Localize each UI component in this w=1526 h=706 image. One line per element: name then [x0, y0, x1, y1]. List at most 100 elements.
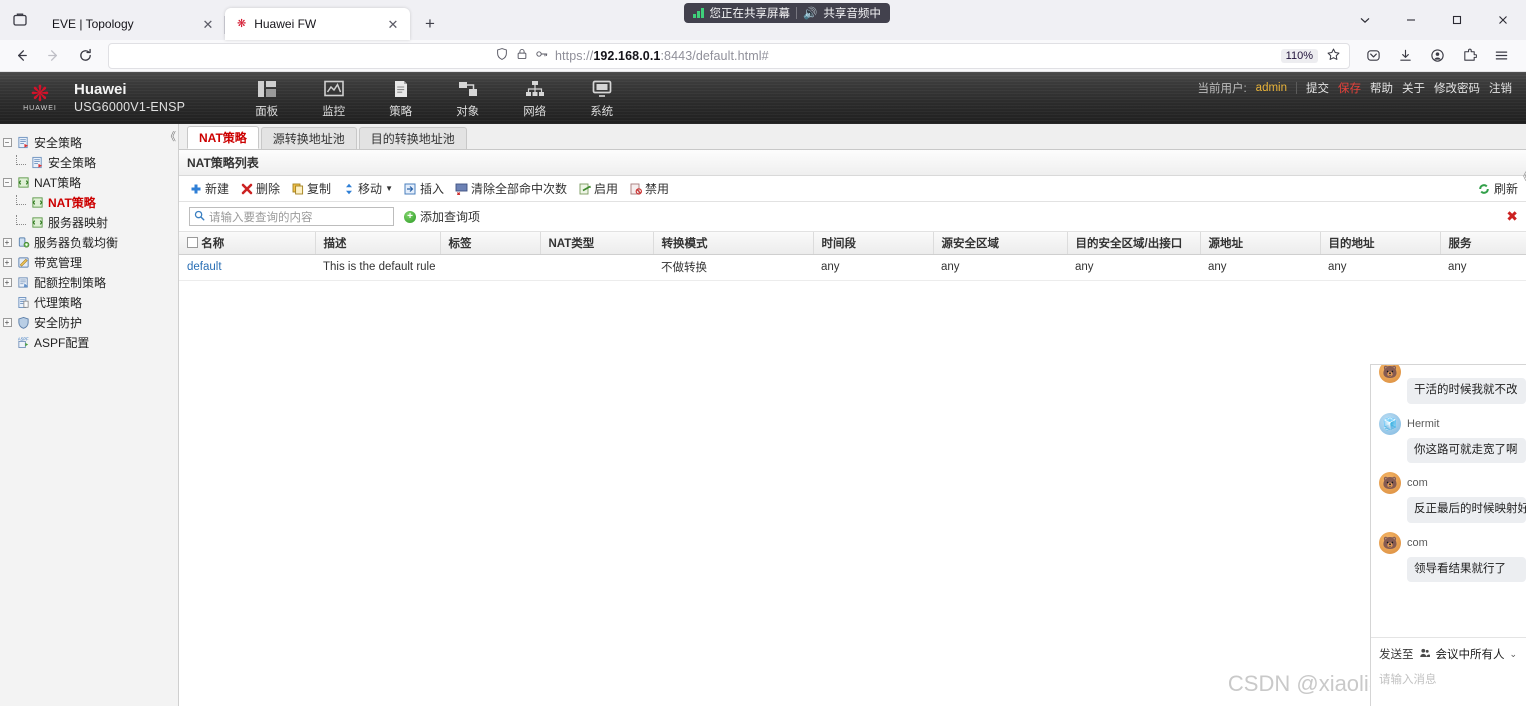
th-src-address[interactable]: 源地址 — [1199, 232, 1320, 255]
save-link[interactable]: 保存 — [1338, 80, 1361, 96]
refresh-button[interactable]: 刷新 — [1478, 180, 1518, 197]
th-dst-zone[interactable]: 目的安全区域/出接口 — [1066, 232, 1200, 255]
th-name[interactable]: 名称 — [179, 232, 315, 255]
th-translate-mode[interactable]: 转换模式 — [652, 232, 813, 255]
tab-list-button[interactable] — [0, 0, 40, 40]
delete-button[interactable]: 删除 — [240, 180, 280, 197]
sidebar-item-bandwidth[interactable]: + 带宽管理 — [0, 252, 178, 272]
sidebar-item-server-loadbalance[interactable]: + 服务器负载均衡 — [0, 232, 178, 252]
th-dst-address[interactable]: 目的地址 — [1319, 232, 1440, 255]
sidebar-item-proxy-policy[interactable]: 代理策略 — [0, 292, 178, 312]
twisty-plus-icon[interactable]: + — [0, 277, 14, 287]
cell-name[interactable]: default — [179, 254, 315, 281]
twisty-plus-icon[interactable]: + — [0, 317, 14, 327]
minimize-icon[interactable] — [1388, 0, 1434, 40]
insert-button[interactable]: 插入 — [404, 180, 444, 197]
nav-item-object[interactable]: 对象 — [434, 78, 501, 119]
twisty-plus-icon[interactable]: + — [0, 257, 14, 267]
move-button[interactable]: 移动 ▼ — [342, 180, 393, 197]
close-icon[interactable] — [1480, 0, 1526, 40]
cell-src-address: any — [1200, 254, 1320, 281]
twisty-minus-icon[interactable]: − — [0, 137, 14, 147]
sidebar-item-security-policy[interactable]: 安全策略 — [0, 152, 178, 172]
tab-source-nat-pool[interactable]: 源转换地址池 — [260, 127, 357, 149]
policy-name-link[interactable]: default — [187, 261, 222, 273]
chat-message-input[interactable]: 请输入消息 — [1379, 671, 1518, 687]
sidebar-collapse-icon[interactable]: 《 — [165, 128, 176, 144]
disable-button[interactable]: 禁用 — [629, 180, 669, 197]
sidebar-item-quota[interactable]: + 配额控制策略 — [0, 272, 178, 292]
sidebar-item-server-map[interactable]: 服务器映射 — [0, 212, 178, 232]
maximize-icon[interactable] — [1434, 0, 1480, 40]
extensions-icon[interactable] — [1454, 42, 1484, 70]
panel-collapse-handle[interactable]: 《 — [1518, 168, 1526, 188]
toolbar-label: 复制 — [307, 182, 332, 196]
add-query-button[interactable]: + 添加查询项 — [404, 208, 480, 225]
submit-link[interactable]: 提交 — [1306, 80, 1329, 96]
star-icon[interactable] — [1326, 47, 1341, 65]
nav-item-policy[interactable]: 策略 — [367, 78, 434, 119]
clear-filter-icon[interactable]: ✖ — [1506, 208, 1518, 225]
downloads-icon[interactable] — [1390, 42, 1420, 70]
th-description[interactable]: 描述 — [314, 232, 440, 255]
account-icon[interactable] — [1422, 42, 1452, 70]
change-password-link[interactable]: 修改密码 — [1434, 80, 1480, 96]
chevron-down-icon[interactable]: ⌄ — [1510, 649, 1518, 660]
tab-close-icon[interactable]: ✕ — [384, 15, 402, 33]
browser-tab-0[interactable]: EVE | Topology ✕ — [40, 8, 225, 40]
signal-bars-icon — [693, 8, 704, 18]
zoom-level-indicator[interactable]: 110% — [1280, 48, 1318, 63]
help-link[interactable]: 帮助 — [1370, 80, 1393, 96]
login-key-icon[interactable] — [535, 47, 549, 64]
new-tab-button[interactable]: + — [416, 10, 444, 38]
logout-link[interactable]: 注销 — [1489, 80, 1512, 96]
browser-tab-1[interactable]: ❋ Huawei FW ✕ — [225, 8, 410, 40]
back-button[interactable] — [6, 42, 36, 70]
tab-nat-policy[interactable]: NAT策略 — [187, 126, 259, 149]
chat-sender-name: com — [1407, 536, 1428, 549]
about-link[interactable]: 关于 — [1402, 80, 1425, 96]
quota-icon — [14, 276, 32, 289]
url-bar[interactable]: https://192.168.0.1:8443/default.html# 1… — [108, 42, 1350, 69]
pocket-icon[interactable] — [1358, 42, 1388, 70]
forward-button[interactable] — [38, 42, 68, 70]
sidebar-item-label: ASPF配置 — [34, 335, 90, 350]
sidebar-item-nat-policy[interactable]: NAT策略 — [0, 192, 178, 212]
app-menu-icon[interactable] — [1486, 42, 1516, 70]
copy-button[interactable]: 复制 — [291, 180, 331, 197]
tab-dest-nat-pool[interactable]: 目的转换地址池 — [358, 127, 467, 149]
nav-item-system[interactable]: 系统 — [568, 78, 635, 119]
send-to-selector[interactable]: 发送至 会议中所有人 ⌄ — [1379, 646, 1518, 662]
nav-label: 策略 — [389, 105, 413, 118]
th-nat-type[interactable]: NAT类型 — [539, 232, 653, 255]
reload-button[interactable] — [70, 42, 100, 70]
chat-message-list[interactable]: 🐻 干活的时候我就不改 🧊 Hermit 你这路可就走宽了啊 🐻 com 反正最… — [1371, 365, 1526, 638]
th-service[interactable]: 服务 — [1439, 232, 1526, 255]
th-src-zone[interactable]: 源安全区域 — [932, 232, 1067, 255]
cell-time-range: any — [813, 254, 933, 281]
clear-all-hits-button[interactable]: 清除全部命中次数 — [455, 180, 567, 197]
th-tag[interactable]: 标签 — [439, 232, 540, 255]
nav-item-monitor[interactable]: 监控 — [300, 78, 367, 119]
tracking-protection-shield-icon[interactable] — [495, 47, 509, 64]
toolbar-label: 禁用 — [645, 182, 670, 196]
tab-close-icon[interactable]: ✕ — [199, 15, 217, 33]
plus-icon — [189, 182, 202, 195]
new-button[interactable]: 新建 — [189, 180, 229, 197]
sidebar-item-nat-policy-group[interactable]: − NAT策略 — [0, 172, 178, 192]
table-row[interactable]: default This is the default rule 不做转换 an… — [179, 254, 1526, 281]
enable-button[interactable]: 启用 — [578, 180, 618, 197]
padlock-warning-icon[interactable] — [515, 47, 529, 64]
list-all-tabs-icon[interactable] — [1342, 0, 1388, 40]
select-all-checkbox[interactable] — [187, 236, 198, 248]
sidebar-item-security-protection[interactable]: + 安全防护 — [0, 312, 178, 332]
search-input[interactable]: 请输入要查询的内容 — [189, 207, 394, 226]
twisty-minus-icon[interactable]: − — [0, 177, 14, 187]
screen-share-indicator[interactable]: 您正在共享屏幕 🔊 共享音频中 — [684, 3, 890, 23]
sidebar-item-security-policy-group[interactable]: − 安全策略 — [0, 132, 178, 152]
twisty-plus-icon[interactable]: + — [0, 237, 14, 247]
sidebar-item-aspf-config[interactable]: ASPF ASPF配置 — [0, 332, 178, 352]
nav-item-network[interactable]: 网络 — [501, 78, 568, 119]
th-time-range[interactable]: 时间段 — [812, 232, 933, 255]
nav-item-dashboard[interactable]: 面板 — [233, 78, 300, 119]
